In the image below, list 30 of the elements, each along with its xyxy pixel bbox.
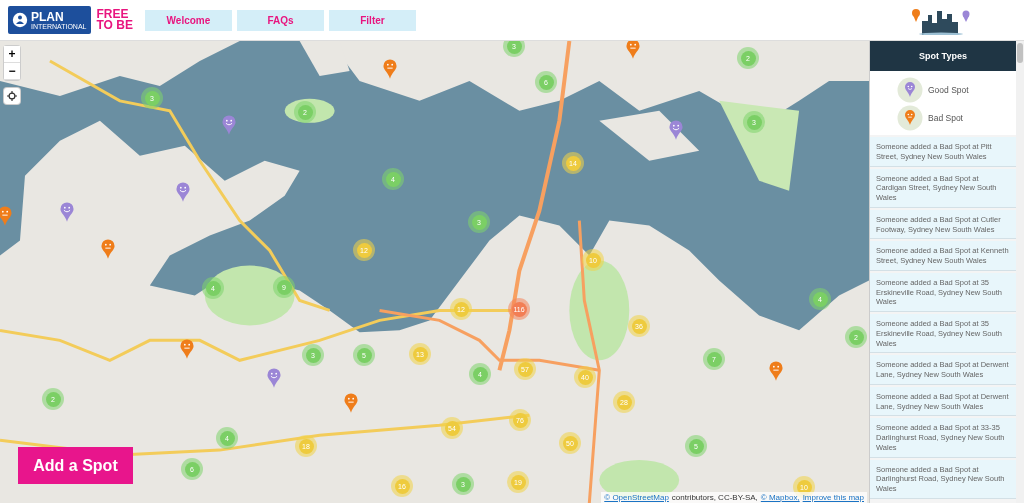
nav-button[interactable]: FAQs: [236, 9, 324, 31]
crosshair-icon: [7, 91, 17, 101]
face-pin-icon: [897, 77, 923, 103]
face-pin-icon[interactable]: [626, 41, 640, 59]
tagline-text: FREE: [96, 8, 129, 20]
face-pin-icon[interactable]: [176, 182, 190, 202]
locate-button[interactable]: [4, 88, 20, 104]
attribution-text: contributors, CC-BY-SA,: [671, 493, 758, 502]
face-pin-icon[interactable]: [222, 115, 236, 135]
legend-label: Good Spot: [928, 85, 969, 95]
face-pin-icon[interactable]: [60, 202, 74, 222]
face-pin-icon[interactable]: [180, 339, 194, 359]
tagline-text: TO BE: [96, 20, 133, 32]
attribution-link[interactable]: © OpenStreetMap: [604, 493, 669, 502]
logo-name: PLAN: [31, 10, 65, 23]
sidebar-title: Spot Types: [870, 41, 1016, 71]
nav-button[interactable]: Filter: [328, 9, 416, 31]
zoom-in-button[interactable]: +: [4, 46, 20, 63]
nav-button[interactable]: Welcome: [144, 9, 232, 31]
legend-label: Bad Spot: [928, 113, 963, 123]
face-pin-icon: [897, 105, 923, 131]
face-pin-icon[interactable]: [344, 393, 358, 413]
face-pin-icon[interactable]: [769, 361, 783, 381]
scrollbar[interactable]: [1016, 41, 1024, 503]
face-pin-icon[interactable]: [669, 120, 683, 140]
add-spot-button[interactable]: Add a Spot: [18, 447, 133, 484]
face-pin-icon[interactable]: [383, 59, 397, 79]
face-pin-icon[interactable]: [267, 368, 281, 388]
face-pin-icon[interactable]: [101, 239, 115, 259]
face-pin-icon[interactable]: [0, 206, 12, 226]
